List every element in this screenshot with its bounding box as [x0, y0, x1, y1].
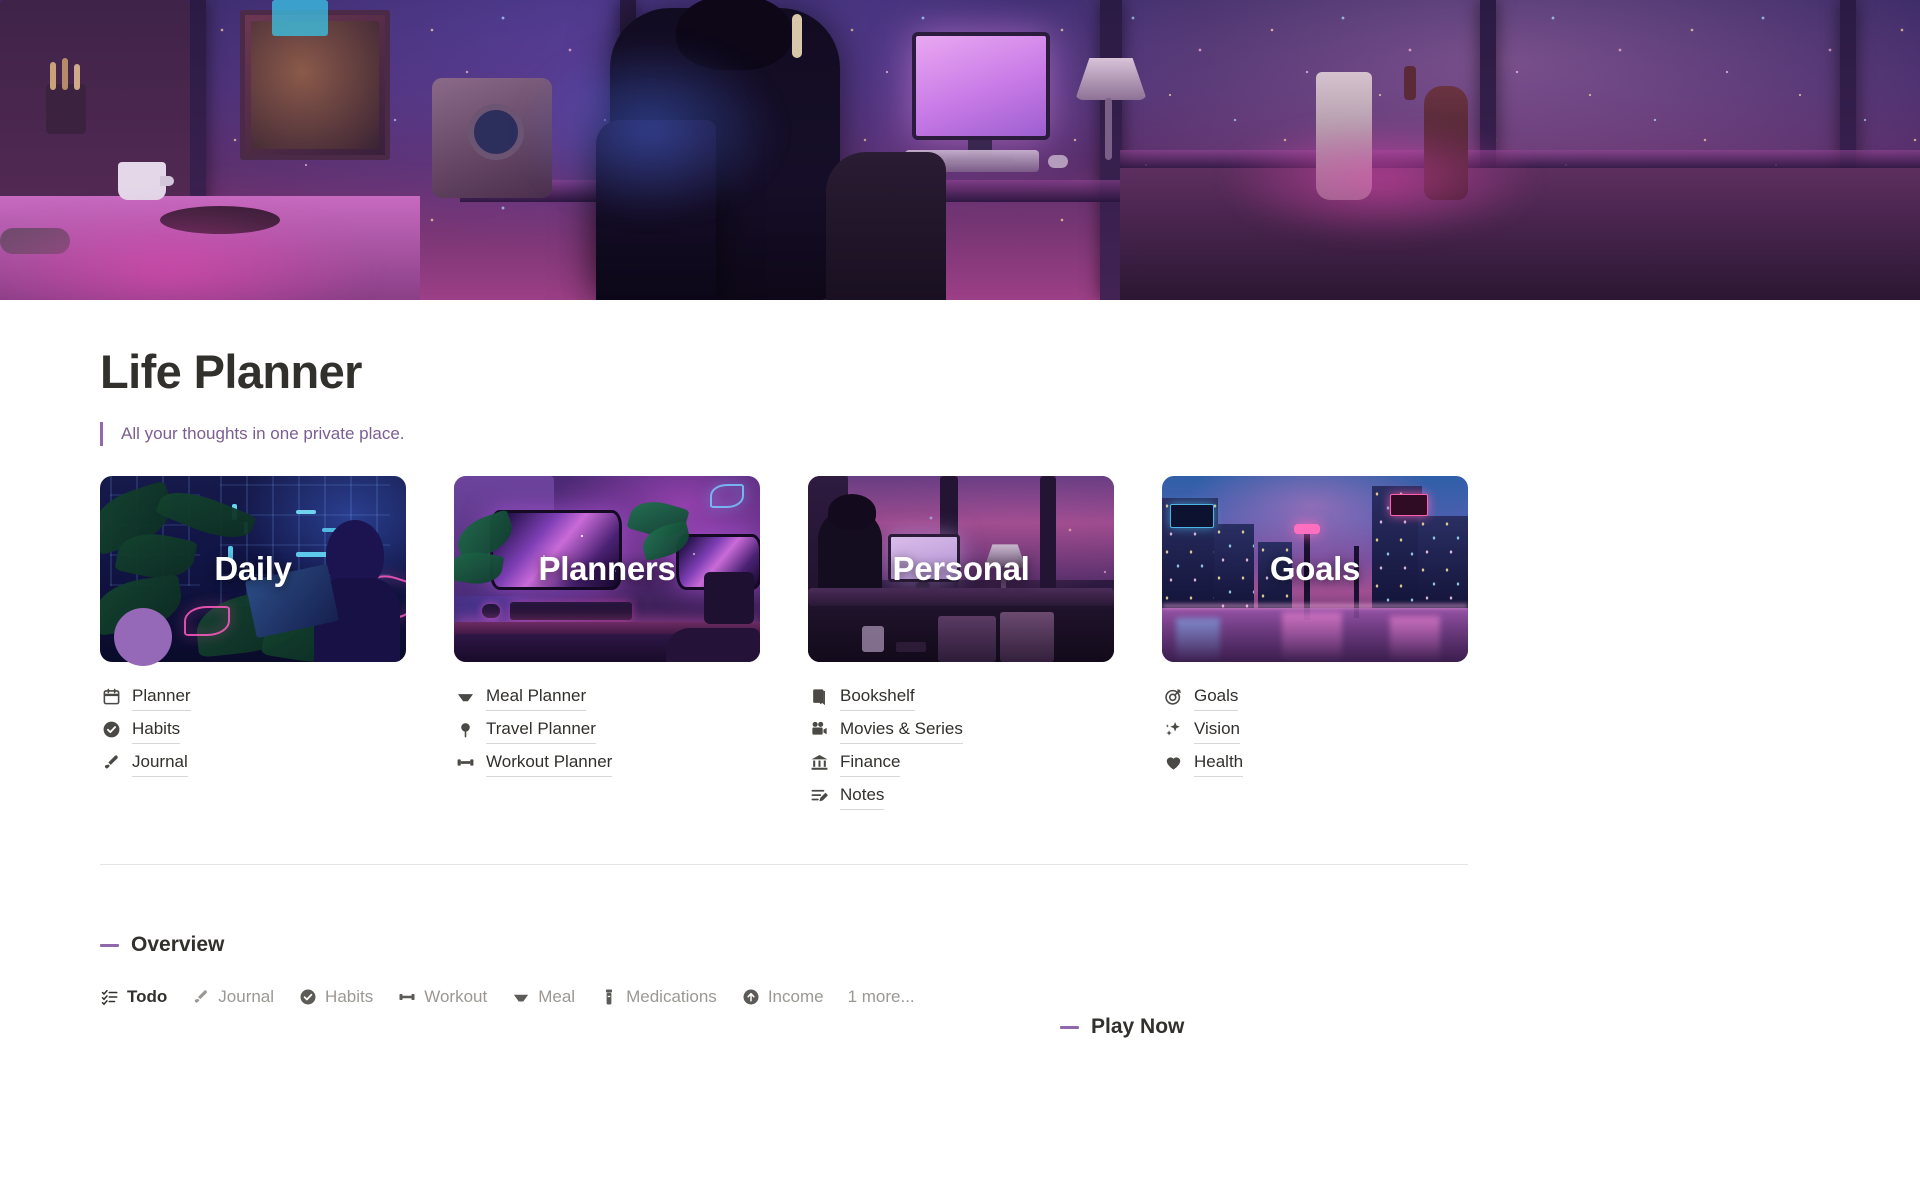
link-label: Movies & Series [840, 716, 963, 744]
link-row[interactable]: Finance [808, 746, 1114, 779]
tab-income[interactable]: Income [741, 987, 824, 1007]
card-banner-goals[interactable]: Goals [1162, 476, 1468, 663]
link-label: Finance [840, 749, 901, 777]
tab-label: Habits [325, 987, 374, 1007]
dumbbell-icon [397, 987, 417, 1007]
card-column-personal: Personal Bookshelf Movies & Series Finan… [808, 476, 1114, 812]
heading-dash-icon [100, 943, 119, 947]
notes-edit-icon [808, 785, 830, 807]
sparkles-icon [1162, 719, 1184, 741]
heading-dash-icon [1060, 1025, 1079, 1029]
link-row[interactable]: Habits [100, 713, 406, 746]
tab-label: Workout [424, 987, 488, 1007]
dumbbell-icon [454, 752, 476, 774]
movie-camera-icon [808, 719, 830, 741]
link-label: Vision [1194, 716, 1240, 744]
tab-medications[interactable]: Medications [599, 987, 717, 1007]
card-title-goals: Goals [1269, 550, 1361, 588]
card-banner-planners[interactable]: Planners [454, 476, 760, 663]
book-icon [808, 686, 830, 708]
overview-title: Overview [131, 933, 225, 957]
pill-bottle-icon [599, 987, 619, 1007]
link-label: Goals [1194, 683, 1239, 711]
tab-label: Medications [626, 987, 717, 1007]
card-title-daily: Daily [214, 550, 292, 588]
section-divider [100, 864, 1468, 866]
link-row[interactable]: Travel Planner [454, 713, 760, 746]
section-card-grid: Daily Planner Habits Journal Planners Me… [100, 476, 1468, 812]
overview-tabs: Todo Journal Habits Workout Meal Medicat… [100, 987, 1468, 1038]
tab-label: Income [767, 987, 824, 1007]
calendar-icon [100, 686, 122, 708]
heart-icon [1162, 752, 1184, 774]
link-row[interactable]: Goals [1162, 680, 1468, 713]
tabs-more-link[interactable]: 1 more... [848, 987, 915, 1007]
tab-meal[interactable]: Meal [511, 987, 575, 1007]
check-circle-icon [298, 987, 318, 1007]
link-row[interactable]: Movies & Series [808, 713, 1114, 746]
card-banner-personal[interactable]: Personal [808, 476, 1114, 663]
check-circle-icon [100, 719, 122, 741]
link-label: Travel Planner [486, 716, 596, 744]
link-row[interactable]: Vision [1162, 713, 1468, 746]
link-row[interactable]: Health [1162, 746, 1468, 779]
link-label: Habits [132, 716, 181, 744]
link-list-personal: Bookshelf Movies & Series Finance Notes [808, 680, 1114, 812]
link-row[interactable]: Journal [100, 746, 406, 779]
page-quote-callout: All your thoughts in one private place. [100, 421, 1468, 447]
link-row[interactable]: Meal Planner [454, 680, 760, 713]
tab-label: Journal [218, 987, 275, 1007]
link-label: Planner [132, 683, 191, 711]
link-row[interactable]: Bookshelf [808, 680, 1114, 713]
card-column-planners: Planners Meal Planner Travel Planner Wor… [454, 476, 760, 812]
tab-label: Todo [127, 987, 168, 1007]
tab-habits[interactable]: Habits [298, 987, 373, 1007]
target-icon [1162, 686, 1184, 708]
page-title: Life Planner [100, 345, 362, 398]
tab-label: Meal [538, 987, 576, 1007]
link-row[interactable]: Planner [100, 680, 406, 713]
checklist-icon [100, 987, 120, 1007]
paintbrush-icon [191, 987, 211, 1007]
page-avatar-icon[interactable] [114, 608, 172, 666]
link-list-planners: Meal Planner Travel Planner Workout Plan… [454, 680, 760, 779]
play-now-heading: Play Now [1060, 1015, 1184, 1039]
link-label: Meal Planner [486, 683, 587, 711]
page-cover-image [0, 0, 1920, 300]
card-title-planners: Planners [538, 550, 676, 588]
link-list-goals: Goals Vision Health [1162, 680, 1468, 779]
tab-journal[interactable]: Journal [191, 987, 274, 1007]
bowl-icon [511, 987, 531, 1007]
cover-illustration [0, 0, 1920, 300]
link-label: Bookshelf [840, 683, 915, 711]
overview-heading: Overview [100, 933, 1468, 957]
tab-todo[interactable]: Todo [100, 987, 167, 1007]
link-label: Health [1194, 749, 1244, 777]
card-title-personal: Personal [892, 550, 1030, 588]
link-list-daily: Planner Habits Journal [100, 680, 406, 779]
link-label: Notes [840, 782, 885, 810]
link-label: Workout Planner [486, 749, 613, 777]
bank-icon [808, 752, 830, 774]
bowl-icon [454, 686, 476, 708]
link-row[interactable]: Notes [808, 779, 1114, 812]
link-label: Journal [132, 749, 188, 777]
play-now-title: Play Now [1091, 1015, 1185, 1039]
tab-workout[interactable]: Workout [397, 987, 487, 1007]
map-pin-icon [454, 719, 476, 741]
link-row[interactable]: Workout Planner [454, 746, 760, 779]
card-column-goals: Goals Goals Vision Health [1162, 476, 1468, 812]
paintbrush-icon [100, 752, 122, 774]
arrow-up-circle-icon [741, 987, 761, 1007]
